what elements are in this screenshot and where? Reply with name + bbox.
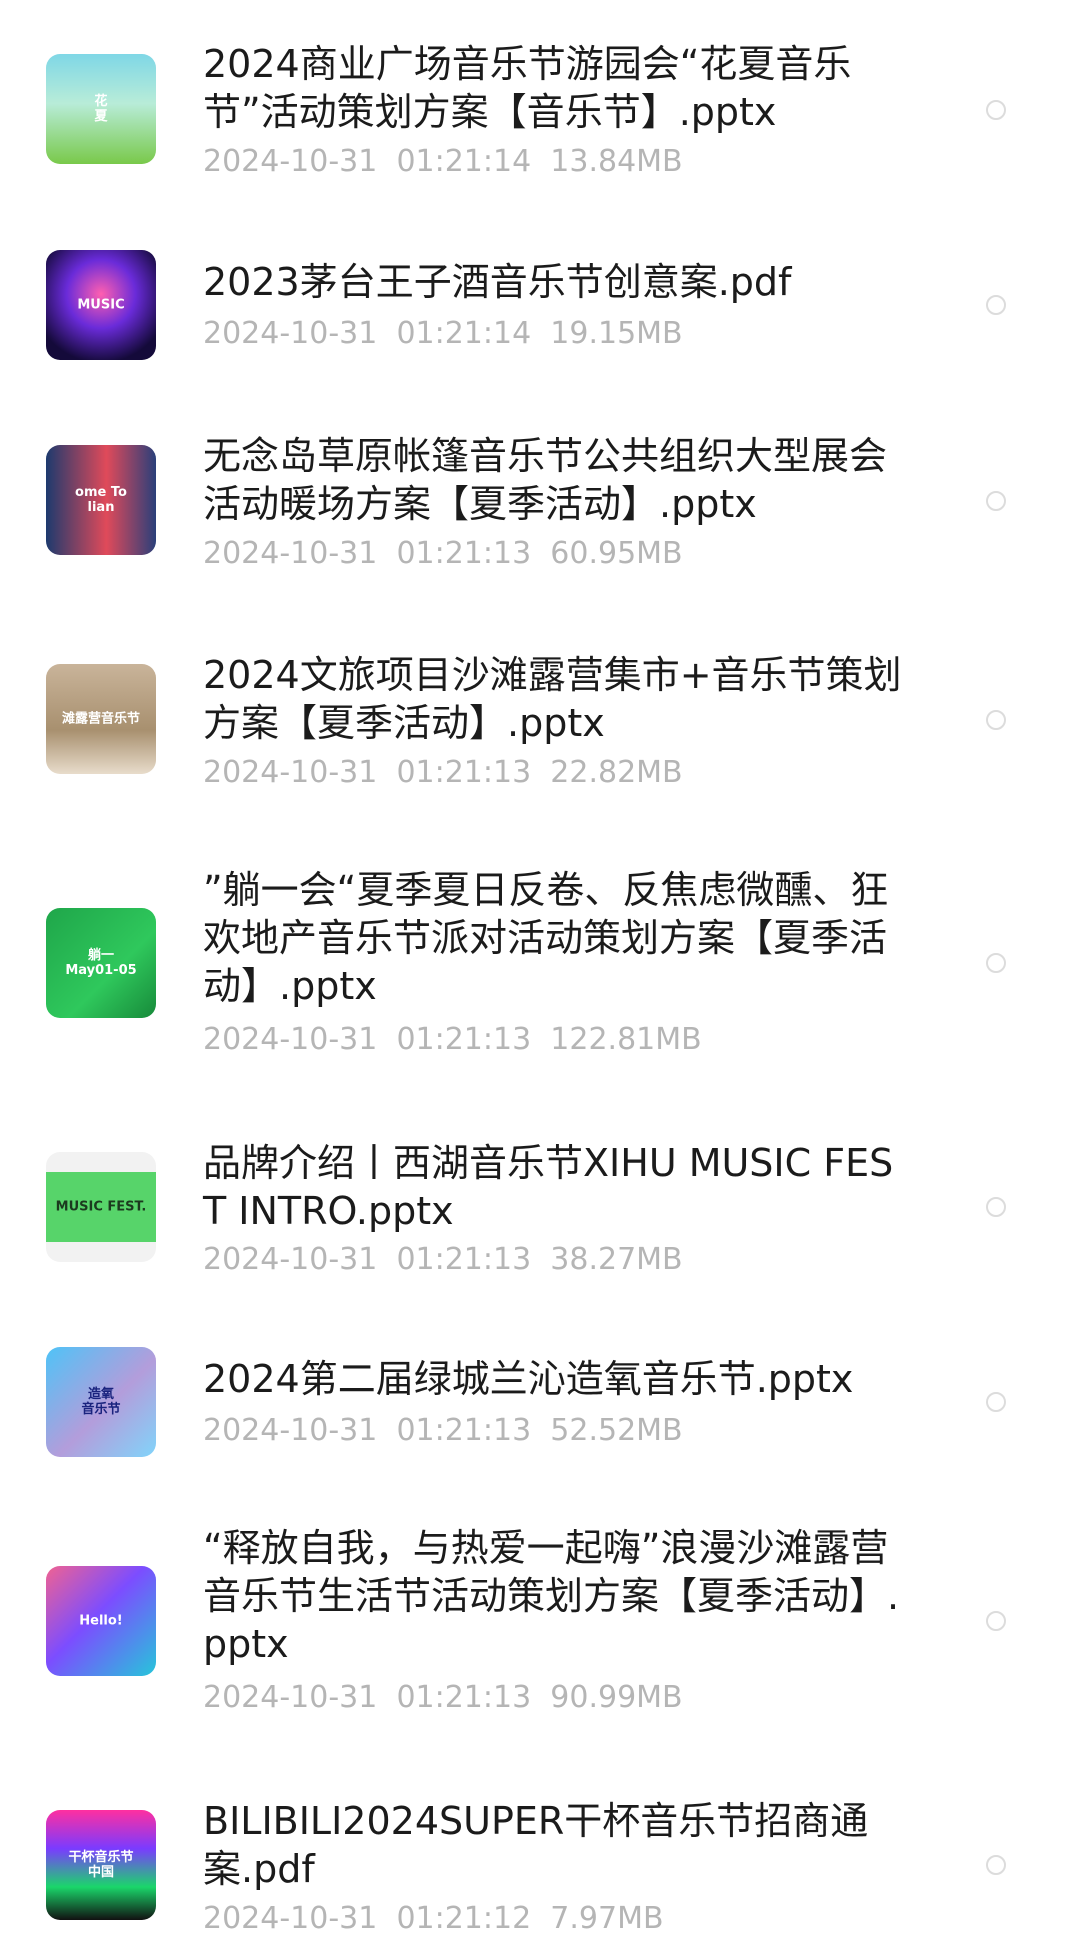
file-list: 花 夏 2024商业广场音乐节游园会“花夏音乐节”活动策划方案【音乐节】.pptx…: [0, 0, 1080, 1942]
file-thumbnail[interactable]: 造氧 音乐节: [46, 1347, 156, 1457]
file-thumbnail[interactable]: 花 夏: [46, 54, 156, 164]
file-size: 7.97MB: [550, 1901, 664, 1936]
file-name[interactable]: 无念岛草原帐篷音乐节公共组织大型展会活动暖场方案【夏季活动】.pptx: [203, 432, 913, 528]
file-date: 2024-10-31: [203, 144, 378, 179]
file-thumbnail[interactable]: Hello!: [46, 1566, 156, 1676]
file-date: 2024-10-31: [203, 316, 378, 351]
file-size: 122.81MB: [550, 1022, 702, 1057]
select-radio-button[interactable]: [986, 100, 1006, 120]
file-thumbnail-text: Hello!: [79, 1613, 123, 1629]
file-date: 2024-10-31: [203, 1680, 378, 1715]
file-date: 2024-10-31: [203, 1413, 378, 1448]
file-name[interactable]: 2024第二届绿城兰沁造氧音乐节.pptx: [203, 1355, 913, 1403]
file-size: 38.27MB: [550, 1242, 683, 1277]
file-date: 2024-10-31: [203, 755, 378, 790]
file-time: 01:21:14: [396, 144, 532, 179]
file-date: 2024-10-31: [203, 1022, 378, 1057]
file-name[interactable]: 2024文旅项目沙滩露营集市+音乐节策划方案【夏季活动】.pptx: [203, 651, 913, 747]
file-thumbnail[interactable]: 躺一 May01-05: [46, 908, 156, 1018]
file-thumbnail[interactable]: MUSIC FEST.: [46, 1152, 156, 1262]
file-meta: 2024-10-31 01:21:14 19.15MB: [203, 314, 683, 354]
file-time: 01:21:13: [396, 1413, 532, 1448]
file-thumbnail-text: 滩露营音乐节: [61, 711, 140, 727]
file-thumbnail-text: 躺一 May01-05: [65, 948, 137, 978]
file-meta: 2024-10-31 01:21:13 52.52MB: [203, 1411, 683, 1451]
file-thumbnail[interactable]: 干杯音乐节 中国: [46, 1810, 156, 1920]
file-size: 52.52MB: [550, 1413, 683, 1448]
file-size: 19.15MB: [550, 316, 683, 351]
file-time: 01:21:13: [396, 1680, 532, 1715]
file-name[interactable]: 品牌介绍丨西湖音乐节XIHU MUSIC FEST INTRO.pptx: [203, 1139, 913, 1235]
select-radio-button[interactable]: [986, 1392, 1006, 1412]
file-meta: 2024-10-31 01:21:13 22.82MB: [203, 753, 683, 793]
select-radio-button[interactable]: [986, 491, 1006, 511]
file-name[interactable]: ”躺一会“夏季夏日反卷、反焦虑微醺、狂欢地产音乐节派对活动策划方案【夏季活动】.…: [203, 866, 913, 1010]
select-radio-button[interactable]: [986, 1611, 1006, 1631]
file-thumbnail[interactable]: 滩露营音乐节: [46, 664, 156, 774]
file-time: 01:21:14: [396, 316, 532, 351]
file-thumbnail[interactable]: MUSIC: [46, 250, 156, 360]
file-time: 01:21:13: [396, 1022, 532, 1057]
select-radio-button[interactable]: [986, 953, 1006, 973]
file-thumbnail[interactable]: ome To lian: [46, 445, 156, 555]
file-thumbnail-text: ome To lian: [75, 485, 127, 515]
file-size: 22.82MB: [550, 755, 683, 790]
select-radio-button[interactable]: [986, 710, 1006, 730]
file-size: 13.84MB: [550, 144, 683, 179]
file-meta: 2024-10-31 01:21:14 13.84MB: [203, 142, 683, 182]
file-meta: 2024-10-31 01:21:13 38.27MB: [203, 1240, 683, 1280]
select-radio-button[interactable]: [986, 1855, 1006, 1875]
file-meta: 2024-10-31 01:21:12 7.97MB: [203, 1899, 664, 1939]
file-meta: 2024-10-31 01:21:13 90.99MB: [203, 1678, 683, 1718]
file-thumbnail-text: MUSIC: [77, 297, 125, 313]
file-name[interactable]: “释放自我，与热爱一起嗨”浪漫沙滩露营音乐节生活节活动策划方案【夏季活动】.pp…: [203, 1524, 913, 1668]
file-meta: 2024-10-31 01:21:13 122.81MB: [203, 1020, 702, 1060]
file-date: 2024-10-31: [203, 1242, 378, 1277]
file-time: 01:21:13: [396, 1242, 532, 1277]
file-name[interactable]: BILIBILI2024SUPER干杯音乐节招商通案.pdf: [203, 1797, 913, 1893]
select-radio-button[interactable]: [986, 295, 1006, 315]
file-time: 01:21:12: [396, 1901, 532, 1936]
file-name[interactable]: 2024商业广场音乐节游园会“花夏音乐节”活动策划方案【音乐节】.pptx: [203, 40, 913, 136]
file-thumbnail-text: 造氧 音乐节: [81, 1387, 121, 1417]
file-time: 01:21:13: [396, 755, 532, 790]
select-radio-button[interactable]: [986, 1197, 1006, 1217]
file-name[interactable]: 2023茅台王子酒音乐节创意案.pdf: [203, 258, 913, 306]
file-date: 2024-10-31: [203, 536, 378, 571]
file-thumbnail-text: 干杯音乐节 中国: [68, 1850, 134, 1880]
file-thumbnail-text: 花 夏: [94, 94, 108, 124]
file-time: 01:21:13: [396, 536, 532, 571]
file-thumbnail-text: MUSIC FEST.: [55, 1199, 147, 1215]
file-meta: 2024-10-31 01:21:13 60.95MB: [203, 534, 683, 574]
file-date: 2024-10-31: [203, 1901, 378, 1936]
file-size: 90.99MB: [550, 1680, 683, 1715]
file-size: 60.95MB: [550, 536, 683, 571]
